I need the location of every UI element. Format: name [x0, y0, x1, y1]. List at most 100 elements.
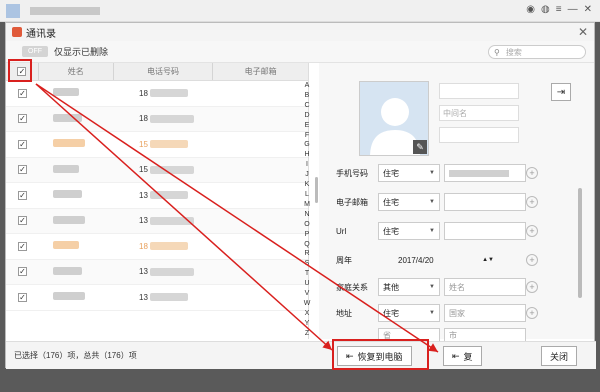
show-deleted-toggle[interactable]: OFF [22, 46, 48, 57]
dialog-titlebar: 通讯录 ✕ [6, 23, 594, 41]
table-row[interactable]: ✓ 15 [6, 157, 308, 183]
filter-bar: OFF 仅显示已删除 ⚲ 搜索 [6, 41, 594, 63]
alphabet-letter[interactable]: S [302, 259, 312, 269]
add-family-icon[interactable]: + [526, 281, 538, 293]
alphabet-letter[interactable]: I [302, 160, 312, 170]
table-row[interactable]: ✓ 18 [6, 234, 308, 260]
alphabet-letter[interactable]: T [302, 269, 312, 279]
edit-avatar-icon[interactable]: ✎ [413, 140, 427, 154]
country-input[interactable]: 国家 [444, 304, 526, 322]
url-type-select[interactable]: 住宅 ▼ [378, 222, 440, 240]
search-input[interactable]: ⚲ 搜索 [488, 45, 586, 59]
alphabet-letter[interactable]: H [302, 150, 312, 160]
alphabet-letter[interactable]: C [302, 101, 312, 111]
add-address-icon[interactable]: + [526, 307, 538, 319]
middle-name-field[interactable]: 中间名 [439, 105, 519, 121]
row-phone-blurred [149, 89, 188, 98]
restore-to-device-button[interactable]: ⇤ 复 [443, 346, 482, 366]
alphabet-letter[interactable]: E [302, 121, 312, 131]
alphabet-letter[interactable]: L [302, 190, 312, 200]
row-checkbox[interactable]: ✓ [18, 165, 27, 175]
alphabet-letter[interactable]: D [302, 111, 312, 121]
email-input[interactable] [444, 193, 526, 211]
alphabet-letter[interactable]: Z [302, 329, 312, 339]
alphabet-letter[interactable]: M [302, 200, 312, 210]
alphabet-letter[interactable]: R [302, 249, 312, 259]
row-checkbox[interactable]: ✓ [18, 216, 27, 226]
row-checkbox[interactable]: ✓ [18, 267, 27, 277]
row-name-blurred [53, 241, 79, 250]
phone-type-select[interactable]: 住宅 ▼ [378, 164, 440, 182]
restore-to-pc-button[interactable]: ⇤ 恢复到电脑 [337, 346, 412, 366]
row-checkbox[interactable]: ✓ [18, 114, 27, 124]
family-type-select[interactable]: 其他 ▼ [378, 278, 440, 296]
spinner-icon[interactable]: ▲▼ [482, 257, 494, 263]
table-row[interactable]: ✓ 18 [6, 81, 308, 107]
close-app-icon[interactable]: ✕ [584, 4, 592, 15]
alphabet-letter[interactable]: Q [302, 240, 312, 250]
row-name [39, 113, 114, 124]
address-type-select[interactable]: 住宅 ▼ [378, 304, 440, 322]
row-phone-prefix: 13 [139, 190, 148, 200]
family-name-input[interactable]: 姓名 [444, 278, 526, 296]
message-icon[interactable]: ◍ [541, 4, 550, 15]
minimize-icon[interactable]: — [568, 4, 578, 15]
alphabet-letter[interactable]: P [302, 230, 312, 240]
first-name-field[interactable] [439, 83, 519, 99]
weibo-icon[interactable]: ◉ [526, 4, 535, 15]
alphabet-letter[interactable]: X [302, 309, 312, 319]
alphabet-letter[interactable]: W [302, 299, 312, 309]
anniversary-date-picker[interactable]: 2017/4/20 ▲▼ [378, 251, 498, 269]
alphabet-letter[interactable]: A [302, 81, 312, 91]
alphabet-letter[interactable]: G [302, 140, 312, 150]
table-row[interactable]: ✓ 13 [6, 208, 308, 234]
close-icon[interactable]: ✕ [578, 25, 588, 39]
add-anniversary-icon[interactable]: + [526, 254, 538, 266]
add-phone-icon[interactable]: + [526, 167, 538, 179]
add-url-icon[interactable]: + [526, 225, 538, 237]
column-phone[interactable]: 电话号码 [114, 63, 214, 80]
select-all-checkbox[interactable]: ✓ [17, 67, 27, 76]
alphabet-letter[interactable]: N [302, 210, 312, 220]
alphabet-letter[interactable]: B [302, 91, 312, 101]
table-row[interactable]: ✓ 13 [6, 285, 308, 311]
row-phone: 13 [114, 293, 214, 302]
row-checkbox[interactable]: ✓ [18, 292, 27, 302]
close-button[interactable]: 关闭 [541, 346, 578, 366]
row-checkbox[interactable]: ✓ [18, 190, 27, 200]
row-checkbox[interactable]: ✓ [18, 139, 27, 149]
row-phone-blurred [149, 293, 188, 302]
row-checkbox[interactable]: ✓ [18, 241, 27, 251]
column-email[interactable]: 电子邮箱 [213, 63, 308, 80]
add-email-icon[interactable]: + [526, 196, 538, 208]
row-checkbox[interactable]: ✓ [18, 88, 27, 98]
city-input[interactable]: 市 [444, 328, 526, 342]
email-type-select[interactable]: 住宅 ▼ [378, 193, 440, 211]
row-checkbox-cell: ✓ [6, 165, 39, 175]
alphabet-letter[interactable]: U [302, 279, 312, 289]
alphabet-letter[interactable]: J [302, 170, 312, 180]
province-input[interactable]: 省 [378, 328, 440, 342]
alphabet-letter[interactable]: O [302, 220, 312, 230]
detail-scrollbar[interactable] [578, 188, 582, 298]
alphabet-letter[interactable]: K [302, 180, 312, 190]
alphabet-letter[interactable]: Y [302, 319, 312, 329]
table-row[interactable]: ✓ 13 [6, 259, 308, 285]
row-name-blurred [53, 215, 85, 224]
alphabet-letter[interactable]: F [302, 131, 312, 141]
row-name-blurred [53, 164, 79, 173]
export-contact-button[interactable]: ⇥ [551, 83, 571, 101]
table-row[interactable]: ✓ 18 [6, 106, 308, 132]
list-scrollbar[interactable] [315, 177, 318, 203]
row-phone-blurred [149, 216, 194, 225]
table-row[interactable]: ✓ 13 [6, 183, 308, 209]
alphabet-letter[interactable]: V [302, 289, 312, 299]
phone-input[interactable] [444, 164, 526, 182]
url-input[interactable] [444, 222, 526, 240]
column-name[interactable]: 姓名 [39, 63, 114, 80]
app-window-controls: ◉ ◍ ≡ — ✕ [526, 4, 592, 15]
menu-icon[interactable]: ≡ [556, 4, 562, 15]
last-name-field[interactable] [439, 127, 519, 143]
table-row[interactable]: ✓ 15 [6, 132, 308, 158]
contact-avatar[interactable]: ✎ [359, 81, 429, 156]
